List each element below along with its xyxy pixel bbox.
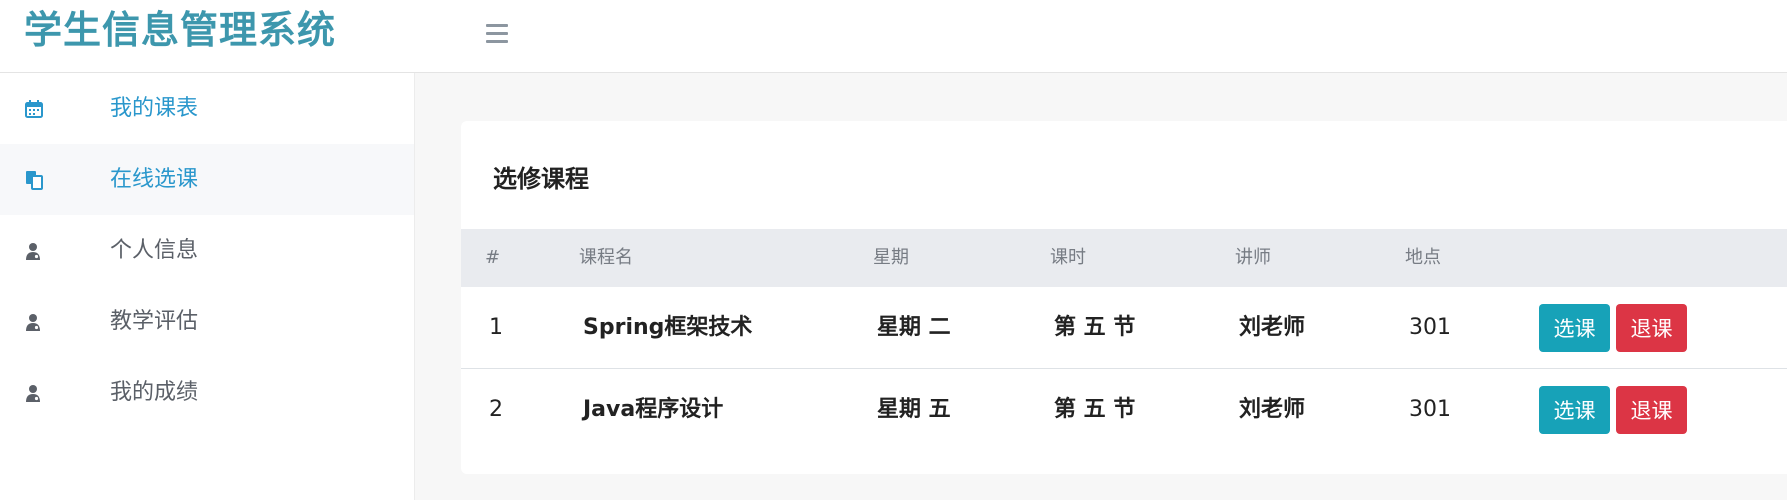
course-day: 星期 五: [877, 397, 951, 422]
sidebar-item-label: 教学评估: [110, 309, 199, 334]
course-card: 选修课程 # 课程名 星期 课时 讲师 地点 1 Spring框架技术 星期 二…: [461, 121, 1787, 474]
sidebar-item-my-schedule[interactable]: 我的课表: [0, 73, 414, 144]
select-course-button[interactable]: 选课: [1539, 386, 1610, 434]
sidebar-item-my-grades[interactable]: 我的成绩: [0, 357, 414, 428]
user-md-icon: [26, 385, 40, 402]
user-md-icon: [26, 243, 40, 260]
sidebar-item-label: 在线选课: [110, 167, 199, 192]
course-period: 第 五 节: [1054, 315, 1136, 340]
sidebar-item-personal-info[interactable]: 个人信息: [0, 215, 414, 286]
table-row: 2 Java程序设计 星期 五 第 五 节 刘老师 301 选课 退课: [461, 369, 1787, 451]
row-number: 1: [489, 315, 503, 340]
user-md-icon: [26, 314, 40, 331]
hamburger-menu-icon[interactable]: [486, 24, 510, 46]
top-header: 学生信息管理系统: [0, 0, 1787, 73]
column-header-number: #: [485, 247, 501, 268]
course-name: Java程序设计: [583, 397, 724, 422]
card-title: 选修课程: [493, 165, 589, 193]
sidebar-item-label: 个人信息: [110, 238, 199, 263]
table-row: 1 Spring框架技术 星期 二 第 五 节 刘老师 301 选课 退课: [461, 287, 1787, 369]
table-header: # 课程名 星期 课时 讲师 地点: [461, 229, 1787, 287]
sidebar-item-teaching-evaluation[interactable]: 教学评估: [0, 286, 414, 357]
copy-icon: [26, 171, 43, 190]
course-name: Spring框架技术: [583, 315, 753, 340]
sidebar-item-label: 我的成绩: [110, 380, 199, 405]
column-header-teacher: 讲师: [1235, 247, 1271, 268]
course-period: 第 五 节: [1054, 397, 1136, 422]
course-teacher: 刘老师: [1239, 397, 1306, 422]
select-course-button[interactable]: 选课: [1539, 304, 1610, 352]
course-teacher: 刘老师: [1239, 315, 1306, 340]
app-title: 学生信息管理系统: [24, 8, 337, 52]
sidebar: 我的课表 在线选课 个人信息 教学评估 我的成绩: [0, 73, 415, 500]
sidebar-item-online-course-selection[interactable]: 在线选课: [0, 144, 414, 215]
calendar-icon: [25, 100, 43, 118]
column-header-period: 课时: [1050, 247, 1086, 268]
course-room: 301: [1409, 315, 1451, 340]
column-header-course: 课程名: [579, 247, 633, 268]
column-header-room: 地点: [1405, 247, 1441, 268]
row-number: 2: [489, 397, 503, 422]
course-day: 星期 二: [877, 315, 951, 340]
drop-course-button[interactable]: 退课: [1616, 386, 1687, 434]
drop-course-button[interactable]: 退课: [1616, 304, 1687, 352]
sidebar-item-label: 我的课表: [110, 96, 199, 121]
column-header-day: 星期: [873, 247, 909, 268]
course-room: 301: [1409, 397, 1451, 422]
